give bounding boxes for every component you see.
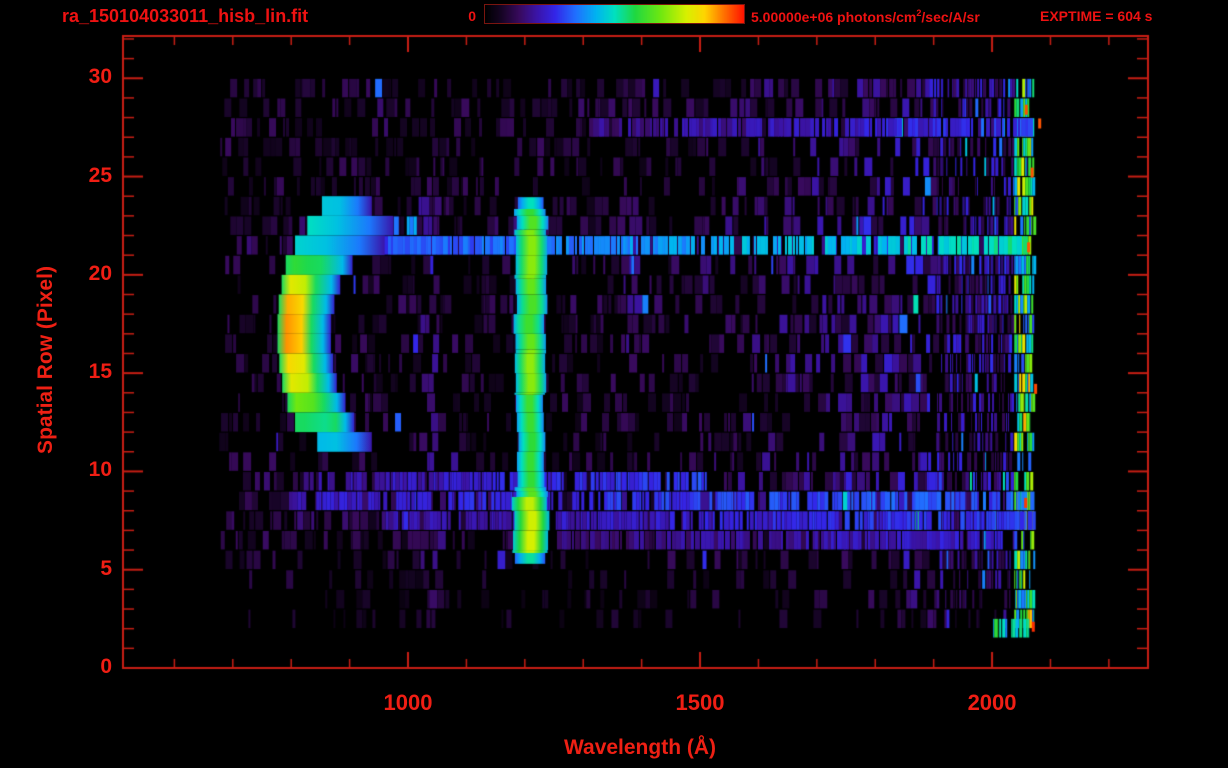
y-tick-label: 20 bbox=[88, 261, 112, 285]
y-tick-label: 25 bbox=[88, 163, 112, 187]
y-tick-label: 5 bbox=[100, 556, 112, 580]
y-tick-label: 0 bbox=[100, 655, 112, 678]
exptime-label: EXPTIME = 604 s bbox=[1040, 8, 1153, 24]
file-title: ra_150104033011_hisb_lin.fit bbox=[62, 6, 309, 26]
colorbar-min-label: 0 bbox=[468, 8, 476, 24]
colorbar-max-label-post: /sec/A/sr bbox=[921, 9, 980, 25]
y-tick-label: 10 bbox=[88, 458, 112, 482]
spectral-heatmap-canvas bbox=[0, 0, 1228, 768]
colorbar-gradient bbox=[485, 5, 744, 23]
y-axis-title: Spatial Row (Pixel) bbox=[34, 266, 57, 454]
x-tick-label: 1500 bbox=[675, 690, 725, 715]
colorbar bbox=[484, 4, 745, 24]
x-tick-label: 1000 bbox=[383, 690, 433, 715]
x-tick-label: 2000 bbox=[967, 690, 1017, 715]
y-tick-label: 30 bbox=[88, 65, 112, 89]
colorbar-max-label: 5.00000e+06 photons/cm2/sec/A/sr bbox=[751, 8, 980, 25]
y-tick-label: 15 bbox=[88, 360, 112, 384]
idl-spectral-viewer: ra_150104033011_hisb_lin.fit 0 5.00000e+… bbox=[0, 0, 1228, 768]
x-axis-title: Wavelength (Å) bbox=[563, 736, 717, 759]
colorbar-max-label-pre: 5.00000e+06 photons/cm bbox=[751, 9, 917, 25]
